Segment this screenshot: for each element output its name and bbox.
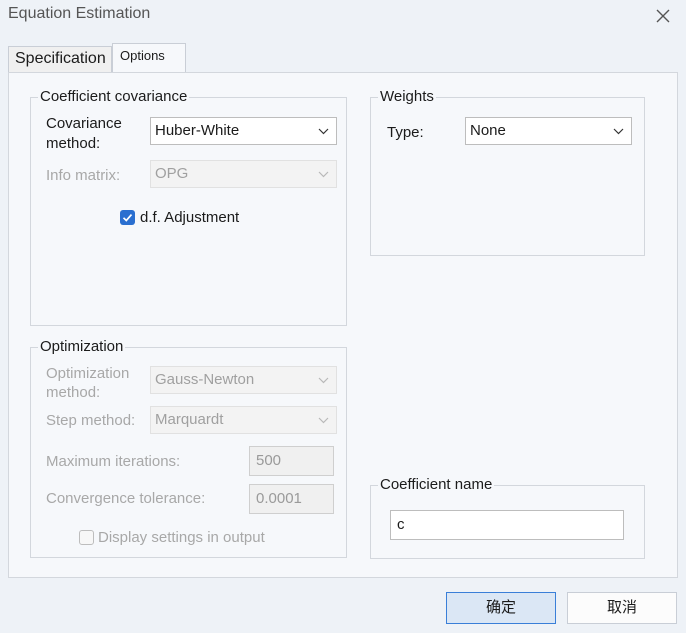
- covariance-method-label-line2: method:: [46, 135, 101, 152]
- checkmark-icon: [122, 214, 133, 222]
- chevron-down-icon: [318, 128, 329, 135]
- cancel-button[interactable]: 取消: [567, 592, 677, 624]
- weights-type-select[interactable]: None: [465, 117, 632, 145]
- optimization-method-value: Gauss-Newton: [155, 371, 255, 388]
- convergence-tolerance-label: Convergence tolerance:: [46, 490, 206, 507]
- chevron-down-icon: [318, 377, 329, 384]
- covariance-method-value: Huber-White: [155, 122, 240, 139]
- step-method-select[interactable]: Marquardt: [150, 406, 337, 434]
- df-adjustment-checkbox[interactable]: [120, 210, 135, 225]
- close-button[interactable]: [648, 3, 678, 29]
- optimization-method-label-line2: method:: [46, 384, 101, 401]
- weights-title: Weights: [378, 88, 436, 105]
- chevron-down-icon: [318, 171, 329, 178]
- optimization-method-select[interactable]: Gauss-Newton: [150, 366, 337, 394]
- chevron-down-icon: [613, 128, 624, 135]
- display-settings-checkbox[interactable]: [79, 530, 94, 545]
- ok-button[interactable]: 确定: [446, 592, 556, 624]
- convergence-tolerance-field[interactable]: 0.0001: [249, 484, 334, 514]
- covariance-method-label-line1: Covariance: [46, 115, 122, 132]
- window-title: Equation Estimation: [8, 5, 151, 22]
- info-matrix-select[interactable]: OPG: [150, 160, 337, 188]
- max-iterations-field[interactable]: 500: [249, 446, 334, 476]
- coefficient-name-field[interactable]: c: [390, 510, 624, 540]
- chevron-down-icon: [318, 417, 329, 424]
- title-bar: Equation Estimation: [0, 0, 686, 34]
- step-method-value: Marquardt: [155, 411, 224, 428]
- step-method-label: Step method:: [46, 412, 136, 429]
- info-matrix-label: Info matrix:: [46, 167, 121, 184]
- weights-type-value: None: [470, 122, 506, 139]
- close-icon: [656, 9, 670, 23]
- coefficient-name-title: Coefficient name: [378, 476, 495, 493]
- info-matrix-value: OPG: [155, 165, 189, 182]
- optimization-method-label-line1: Optimization: [46, 365, 130, 382]
- weights-type-label: Type:: [387, 124, 424, 141]
- tab-specification[interactable]: Specification: [8, 46, 112, 72]
- covariance-method-select[interactable]: Huber-White: [150, 117, 337, 145]
- optimization-title: Optimization: [38, 338, 126, 355]
- coefficient-covariance-title: Coefficient covariance: [38, 88, 190, 105]
- tab-options[interactable]: Options: [112, 43, 186, 73]
- max-iterations-label: Maximum iterations:: [46, 453, 181, 470]
- df-adjustment-label[interactable]: d.f. Adjustment: [140, 208, 239, 227]
- display-settings-label[interactable]: Display settings in output: [98, 528, 265, 547]
